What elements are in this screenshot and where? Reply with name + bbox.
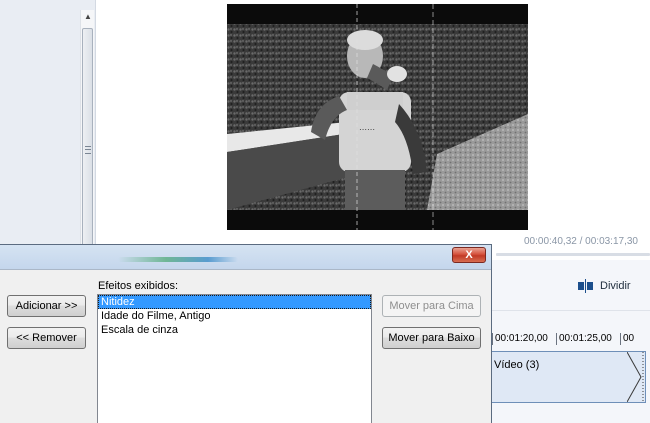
move-up-button[interactable]: Mover para Cima bbox=[382, 295, 481, 317]
edit-toolbar: Dividir bbox=[490, 262, 650, 310]
storyboard-pane: ▲ bbox=[0, 0, 96, 260]
list-item[interactable]: Nitidez bbox=[98, 295, 371, 309]
svg-text:⋯⋯: ⋯⋯ bbox=[359, 125, 375, 134]
split-icon bbox=[578, 279, 594, 293]
video-effects-dialog: X Adicionar >> << Remover Efeitos exibid… bbox=[0, 244, 492, 423]
ruler-mark: 00 bbox=[623, 333, 635, 344]
scrollbar-grip-icon bbox=[85, 146, 91, 154]
timeline[interactable]: 00:01:20,00 00:01:25,00 00 Vídeo (3) bbox=[490, 310, 650, 423]
ruler-mark: 00:01:20,00 bbox=[495, 333, 548, 344]
displayed-effects-list[interactable]: Nitidez Idade do Filme, Antigo Escala de… bbox=[97, 294, 372, 423]
dialog-titlebar[interactable]: X bbox=[0, 245, 491, 269]
list-item[interactable]: Idade do Filme, Antigo bbox=[98, 309, 371, 323]
seek-bar[interactable] bbox=[496, 253, 650, 256]
scroll-up-arrow-icon[interactable]: ▲ bbox=[81, 10, 95, 24]
vertical-scrollbar[interactable]: ▲ bbox=[80, 10, 95, 256]
timeline-ruler: 00:01:20,00 00:01:25,00 00 bbox=[490, 333, 650, 345]
clip-end-marker-icon bbox=[627, 352, 644, 402]
video-clip[interactable]: Vídeo (3) bbox=[490, 351, 646, 403]
add-effect-button[interactable]: Adicionar >> bbox=[7, 295, 86, 317]
time-readout: 00:00:40,32 / 00:03:17,30 bbox=[524, 236, 638, 247]
list-item[interactable]: Escala de cinza bbox=[98, 323, 371, 337]
split-label: Dividir bbox=[600, 280, 631, 292]
titlebar-shine bbox=[118, 257, 238, 262]
scrollbar-thumb[interactable] bbox=[82, 28, 93, 256]
ruler-mark: 00:01:25,00 bbox=[559, 333, 612, 344]
split-button[interactable]: Dividir bbox=[578, 277, 631, 295]
video-preview[interactable]: ⋯⋯ bbox=[227, 4, 528, 230]
video-frame-image: ⋯⋯ bbox=[227, 4, 528, 230]
clip-label: Vídeo (3) bbox=[494, 359, 540, 371]
remove-effect-button[interactable]: << Remover bbox=[7, 327, 86, 349]
displayed-effects-label: Efeitos exibidos: bbox=[98, 280, 179, 292]
dialog-body: Adicionar >> << Remover Efeitos exibidos… bbox=[0, 269, 491, 423]
close-button[interactable]: X bbox=[452, 247, 486, 263]
move-down-button[interactable]: Mover para Baixo bbox=[382, 327, 481, 349]
